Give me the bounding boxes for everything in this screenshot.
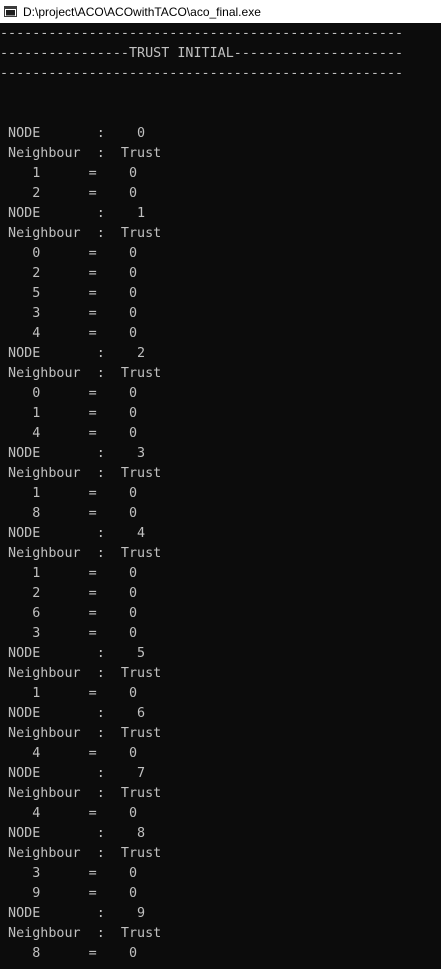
console-line: 4 = 0	[0, 426, 138, 441]
console-line: 2 = 0	[0, 186, 138, 201]
console-app-icon	[4, 6, 17, 17]
console-line: NODE : 2	[0, 346, 146, 361]
title-bar[interactable]: D:\project\ACO\ACOwithTACO\aco_final.exe	[0, 0, 441, 23]
console-line: 4 = 0	[0, 326, 138, 341]
console-line: NODE : 5	[0, 646, 146, 661]
console-line: Neighbour : Trust	[0, 366, 162, 381]
console-line: 2 = 0	[0, 266, 138, 281]
console-line: 1 = 0	[0, 486, 138, 501]
console-line: 6 = 0	[0, 606, 138, 621]
console-line: 8 = 0	[0, 946, 138, 961]
console-line: Neighbour : Trust	[0, 146, 162, 161]
console-line: NODE : 7	[0, 766, 146, 781]
console-line: NODE : 9	[0, 906, 146, 921]
window-title: D:\project\ACO\ACOwithTACO\aco_final.exe	[23, 4, 261, 19]
console-line: 8 = 0	[0, 506, 138, 521]
console-line: 0 = 0	[0, 246, 138, 261]
console-line: 1 = 0	[0, 406, 138, 421]
console-line: ----------------------------------------…	[0, 66, 404, 81]
console-line: Neighbour : Trust	[0, 466, 162, 481]
console-line: 1 = 0	[0, 566, 138, 581]
console-line: NODE : 4	[0, 526, 146, 541]
console-line: NODE : 8	[0, 826, 146, 841]
console-line: ----------------TRUST INITIAL-----------…	[0, 46, 404, 61]
console-line: Neighbour : Trust	[0, 786, 162, 801]
console-line: Neighbour : Trust	[0, 726, 162, 741]
console-line: Neighbour : Trust	[0, 846, 162, 861]
console-line: Neighbour : Trust	[0, 546, 162, 561]
console-output[interactable]: ----------------------------------------…	[0, 23, 441, 969]
console-line: 0 = 0	[0, 386, 138, 401]
console-line: NODE : 3	[0, 446, 146, 461]
console-line: NODE : 1	[0, 206, 146, 221]
console-line: 3 = 0	[0, 866, 138, 881]
console-line: Neighbour : Trust	[0, 926, 162, 941]
console-line: Neighbour : Trust	[0, 226, 162, 241]
console-line: 4 = 0	[0, 746, 138, 761]
console-line: 4 = 0	[0, 806, 138, 821]
console-line: NODE : 0	[0, 126, 146, 141]
console-line: 9 = 0	[0, 886, 138, 901]
console-line: Neighbour : Trust	[0, 666, 162, 681]
console-text: ----------------------------------------…	[0, 24, 403, 964]
console-line: NODE : 6	[0, 706, 146, 721]
console-window: D:\project\ACO\ACOwithTACO\aco_final.exe…	[0, 0, 441, 969]
console-line: ----------------------------------------…	[0, 26, 404, 41]
console-line: 5 = 0	[0, 286, 138, 301]
console-line: 1 = 0	[0, 166, 138, 181]
console-line: 3 = 0	[0, 306, 138, 321]
console-line: 1 = 0	[0, 686, 138, 701]
console-line: 3 = 0	[0, 626, 138, 641]
console-line: 2 = 0	[0, 586, 138, 601]
